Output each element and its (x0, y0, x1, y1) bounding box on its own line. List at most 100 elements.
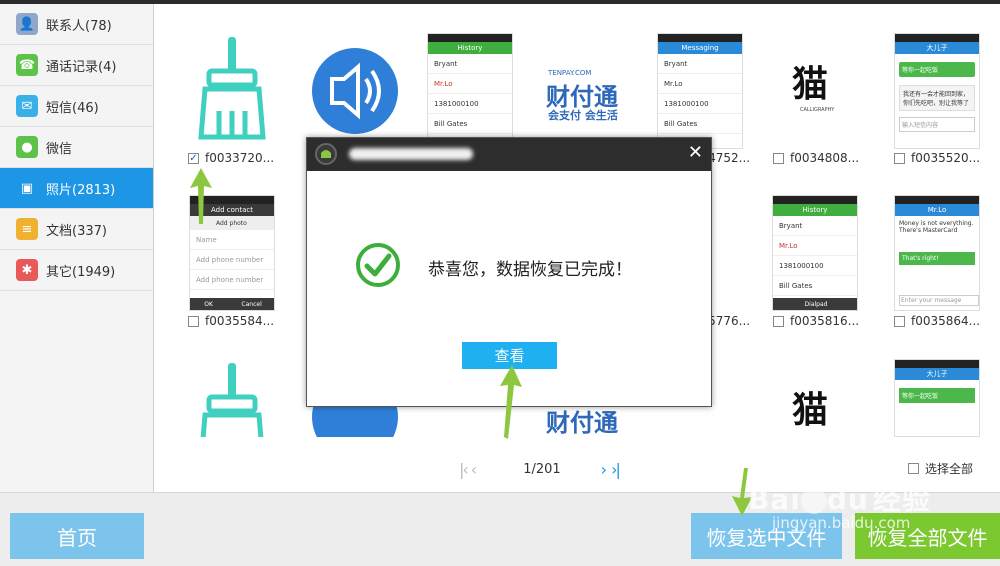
sidebar-item-label: 文档(337) (46, 223, 107, 239)
chat-title: 大儿子 (895, 368, 979, 380)
watermark-cn: 经验 (872, 483, 931, 516)
photo-checkbox[interactable] (773, 315, 784, 327)
select-all-checkbox[interactable] (908, 463, 919, 474)
photo-filename: f0035864... (911, 314, 981, 328)
messaging-title: Messaging (658, 42, 742, 54)
contact-field: Name (190, 230, 274, 250)
photo-thumb-history[interactable]: History Bryant Mr.Lo 1381000100 Bill Gat… (427, 33, 513, 149)
baidu-watermark: Bai du 经验 (748, 478, 931, 518)
history-row: Bryant (428, 54, 512, 74)
page-indicator: 1/201 (523, 461, 561, 477)
mrlo-title: Mr.Lo (895, 204, 979, 216)
android-icon (315, 143, 337, 165)
photo-thumb-chat[interactable]: 大儿子 等你一起吃饭 我还有一会才能回到家，你们先吃吧，别让我等了 输入短信内容 (894, 33, 980, 149)
history-row: Bryant (773, 216, 857, 236)
sidebar-item-label: 短信(46) (46, 100, 99, 116)
broom-icon (200, 363, 264, 437)
prev-page-button[interactable]: ‹ (471, 460, 478, 479)
logo-main-text: 财付通 (546, 409, 618, 437)
first-page-button[interactable]: |‹ (459, 460, 469, 479)
photo-caption: f0034808... (773, 151, 859, 165)
photo-thumb-history-2[interactable]: History Bryant Mr.Lo 1381000100 Bill Gat… (772, 195, 858, 311)
status-bar (895, 34, 979, 42)
dialog-header: ✕ (307, 138, 711, 171)
photo-thumb-black-logo[interactable]: 猫 CALLIGRAPHY (772, 33, 858, 149)
photo-caption: f0035520... (894, 151, 980, 165)
photo-filename: f0035584... (205, 314, 275, 328)
history-row: 1381000100 (773, 256, 857, 276)
annotation-arrow-up (500, 365, 522, 439)
photo-thumb-broom-2[interactable] (189, 359, 275, 437)
category-sidebar: 👤 联系人(78) ☎ 通话记录(4) ✉ 短信(46) ● 微信 ▣ 照片(2813) ≡ 文档(3… (0, 4, 154, 492)
logo-small-text: TENPAY.COM (548, 69, 592, 77)
mrlo-message: Money is not everything. There's MasterC… (899, 220, 974, 234)
next-page-button[interactable]: › (601, 460, 608, 479)
photo-thumb-messaging[interactable]: Messaging Bryant Mr.Lo 1381000100 Bill G… (657, 33, 743, 149)
dialog-close-button[interactable]: ✕ (688, 142, 703, 163)
select-all-label: 选择全部 (925, 462, 974, 476)
sidebar-item[interactable]: ✉ 短信(46) (0, 86, 153, 127)
contact-field: Add phone number (190, 250, 274, 270)
photo-icon: ▣ (16, 177, 38, 199)
status-bar (895, 196, 979, 204)
cancel-label: Cancel (241, 300, 262, 308)
photo-caption: f0035584... (188, 314, 274, 328)
mrlo-input: Enter your message (899, 295, 979, 306)
redacted-title (349, 148, 473, 160)
sidebar-item[interactable]: ≡ 文档(337) (0, 209, 153, 250)
watermark-brand: Bai (748, 483, 801, 516)
messaging-row: Mr.Lo (658, 74, 742, 94)
home-button[interactable]: 首页 (10, 513, 144, 559)
photo-checkbox[interactable] (894, 152, 905, 164)
chat-bubble: 等你一起吃饭 (899, 388, 975, 403)
chat-bubble: 等你一起吃饭 (899, 62, 975, 77)
photo-checkbox[interactable] (188, 315, 199, 327)
history-row: Bill Gates (773, 276, 857, 296)
dialpad-label: Dialpad (773, 298, 857, 310)
annotation-arrow-up (190, 168, 212, 224)
sidebar-item[interactable]: 👤 联系人(78) (0, 4, 153, 45)
broom-icon (198, 37, 266, 140)
photo-caption: f0035864... (894, 314, 980, 328)
sidebar-item-label: 其它(1949) (46, 264, 116, 280)
messaging-row: Bill Gates (658, 114, 742, 134)
photo-thumb-caifutong[interactable]: TENPAY.COM 财付通 会支付 会生活 (542, 33, 628, 149)
status-bar (658, 34, 742, 42)
contact-actions: OK Cancel (190, 298, 274, 310)
messaging-row: 1381000100 (658, 94, 742, 114)
document-icon: ≡ (16, 218, 38, 240)
contacts-icon: 👤 (16, 13, 38, 35)
photo-thumb-broom[interactable] (189, 33, 275, 149)
photo-thumb-mrlo[interactable]: Mr.Lo Money is not everything. There's M… (894, 195, 980, 311)
sidebar-item[interactable]: ☎ 通话记录(4) (0, 45, 153, 86)
sidebar-item[interactable]: ▣ 照片(2813) (0, 168, 153, 209)
photo-checkbox[interactable] (773, 152, 784, 164)
sidebar-item[interactable]: ✱ 其它(1949) (0, 250, 153, 291)
status-bar (773, 196, 857, 204)
photo-thumb-black-logo-2[interactable]: 猫 (772, 359, 858, 437)
history-row: Bill Gates (428, 114, 512, 134)
wechat-icon: ● (16, 136, 38, 158)
mrlo-reply: That's right! (899, 252, 975, 265)
phone-icon: ☎ (16, 54, 38, 76)
status-bar (428, 34, 512, 42)
select-all[interactable]: 选择全部 (908, 460, 973, 477)
photo-filename: f0035520... (911, 151, 981, 165)
sidebar-item[interactable]: ● 微信 (0, 127, 153, 168)
photo-thumb-chat-2[interactable]: 大儿子 等你一起吃饭 (894, 359, 980, 437)
status-bar (895, 360, 979, 368)
history-row: Mr.Lo (428, 74, 512, 94)
contact-field: Add phone number (190, 270, 274, 290)
other-icon: ✱ (16, 259, 38, 281)
sidebar-item-label: 联系人(78) (46, 18, 112, 34)
sidebar-item-label: 微信 (46, 141, 73, 157)
paw-icon (800, 488, 827, 514)
black-logo-text: 猫 (792, 390, 829, 431)
photo-thumb-speaker[interactable] (312, 33, 398, 149)
photo-checkbox[interactable] (894, 315, 905, 327)
history-title: History (773, 204, 857, 216)
black-logo-text: 猫 (792, 64, 829, 105)
history-row: Mr.Lo (773, 236, 857, 256)
photo-checkbox[interactable]: ✓ (188, 152, 199, 164)
last-page-button[interactable]: ›| (611, 460, 621, 479)
